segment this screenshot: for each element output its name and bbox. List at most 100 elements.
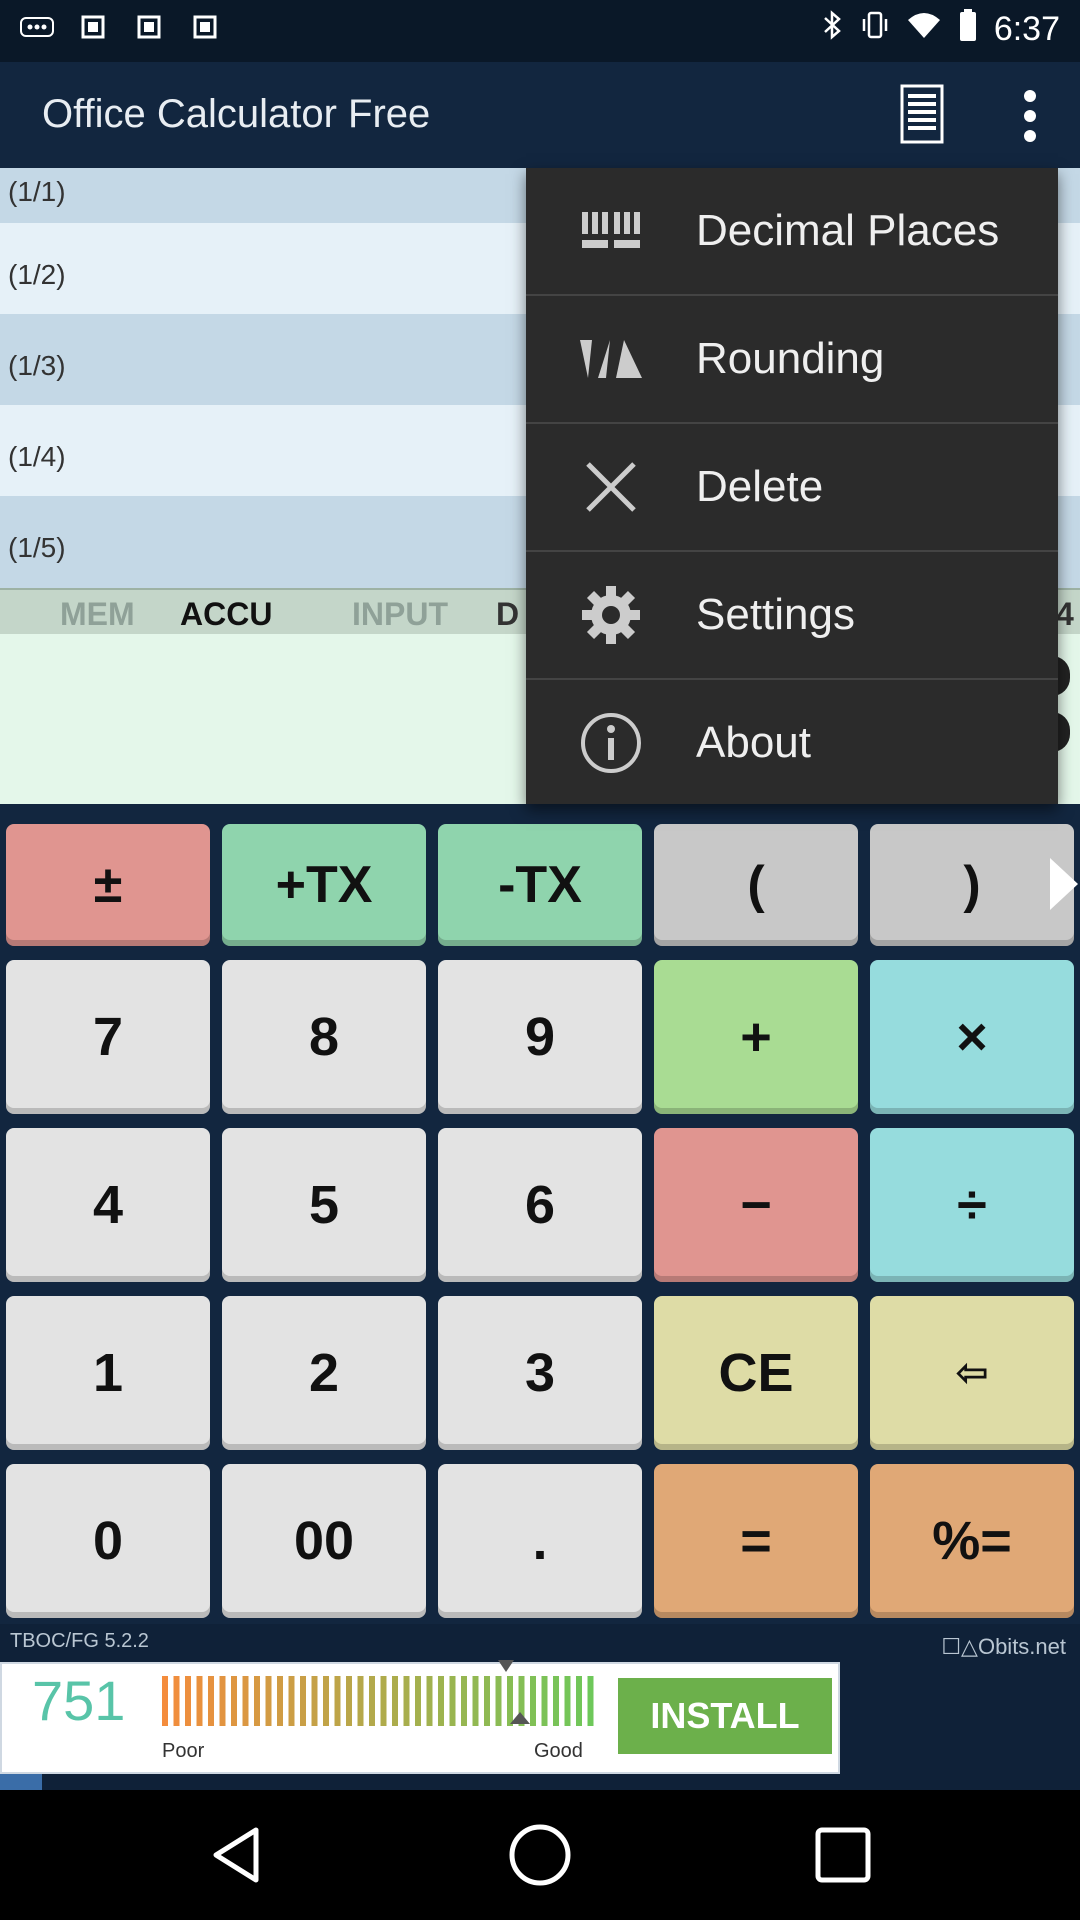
double-zero-button[interactable]: 00 <box>222 1464 426 1618</box>
ad-gauge-bar <box>334 1676 341 1726</box>
gear-icon <box>576 580 646 650</box>
ad-good-label: Good <box>534 1740 583 1762</box>
tab-accu[interactable]: ACCU <box>180 596 272 633</box>
digit-7-button[interactable]: 7 <box>6 960 210 1114</box>
menu-item-label: Settings <box>696 590 855 639</box>
ad-gauge-bar <box>208 1676 214 1726</box>
menu-item-decimal-places[interactable]: Decimal Places <box>526 168 1058 294</box>
menu-item-rounding[interactable]: Rounding <box>526 296 1058 422</box>
ad-score: 751 <box>32 1669 126 1732</box>
notification-icon <box>76 10 110 44</box>
ad-gauge-bar <box>564 1676 571 1726</box>
scroll-right-icon[interactable] <box>1050 858 1078 910</box>
tape-row-label: (1/4) <box>8 441 66 472</box>
digit-6-button[interactable]: 6 <box>438 1128 642 1282</box>
tab-partial-right[interactable]: 4 <box>1056 596 1074 633</box>
tape-row-label: (1/2) <box>8 259 66 290</box>
ad-gauge-bar <box>415 1676 421 1726</box>
ad-gauge-bar <box>369 1676 375 1726</box>
digit-9-button[interactable]: 9 <box>438 960 642 1114</box>
ad-gauge-bar <box>461 1676 467 1726</box>
ad-choices-tag[interactable] <box>0 1774 42 1790</box>
tab-input[interactable]: INPUT <box>352 596 448 633</box>
backspace-button[interactable]: ⇦ <box>870 1296 1074 1450</box>
more-notifications-icon <box>20 10 54 44</box>
back-icon[interactable] <box>204 1820 274 1890</box>
percent-equals-button[interactable]: %= <box>870 1464 1074 1618</box>
ad-gauge-bar <box>162 1676 168 1726</box>
equals-button[interactable]: = <box>654 1464 858 1618</box>
close-paren-button[interactable]: ) <box>870 824 1074 946</box>
divide-button[interactable]: ÷ <box>870 1128 1074 1282</box>
plus-minus-button[interactable]: ± <box>6 824 210 946</box>
ad-gauge-bar <box>507 1676 513 1726</box>
more-vert-icon[interactable] <box>1010 88 1050 144</box>
tape-row-label: (1/3) <box>8 350 66 381</box>
subtract-tax-button[interactable]: -TX <box>438 824 642 946</box>
ad-gauge-bar <box>426 1676 433 1726</box>
ad-gauge-bar <box>403 1676 410 1726</box>
ad-gauge-bar <box>288 1676 295 1726</box>
brand-label[interactable]: ☐△Obits.net <box>941 1634 1066 1660</box>
app-title: Office Calculator Free <box>42 92 431 136</box>
ad-gauge-bar <box>392 1676 398 1726</box>
bluetooth-icon <box>822 9 844 50</box>
open-paren-button[interactable]: ( <box>654 824 858 946</box>
tape-icon[interactable] <box>900 84 944 144</box>
clear-entry-button[interactable]: CE <box>654 1296 858 1450</box>
digit-1-button[interactable]: 1 <box>6 1296 210 1450</box>
decimal-places-icon <box>576 196 646 266</box>
digit-3-button[interactable]: 3 <box>438 1296 642 1450</box>
ad-gauge-bars <box>162 1676 602 1741</box>
digit-4-button[interactable]: 4 <box>6 1128 210 1282</box>
info-icon <box>576 708 646 778</box>
ad-gauge-bar <box>231 1676 237 1726</box>
rounding-icon <box>576 324 646 394</box>
ad-gauge-bar <box>173 1676 180 1726</box>
menu-item-delete[interactable]: Delete <box>526 424 1058 550</box>
ad-gauge-bar <box>449 1676 456 1726</box>
ad-gauge-bar <box>311 1676 318 1726</box>
ad-gauge-bar <box>323 1676 329 1726</box>
plus-button[interactable]: + <box>654 960 858 1114</box>
notification-icons <box>20 10 222 44</box>
ad-gauge-bar <box>438 1676 444 1726</box>
ad-gauge-bar <box>587 1676 594 1726</box>
digit-0-button[interactable]: 0 <box>6 1464 210 1618</box>
ad-banner[interactable]: 751 Poor Good INSTALL <box>0 1660 840 1774</box>
digit-8-button[interactable]: 8 <box>222 960 426 1114</box>
menu-item-label: About <box>696 718 811 767</box>
ad-gauge-bar <box>530 1676 536 1726</box>
ad-gauge-bar <box>380 1676 387 1726</box>
home-icon[interactable] <box>505 1820 575 1890</box>
multiply-button[interactable]: × <box>870 960 1074 1114</box>
add-tax-button[interactable]: +TX <box>222 824 426 946</box>
close-icon <box>576 452 646 522</box>
ad-marker-icon <box>498 1660 514 1672</box>
tape-row-label: (1/5) <box>8 532 66 563</box>
ad-gauge-bar <box>495 1676 502 1726</box>
menu-item-label: Rounding <box>696 334 885 383</box>
tape-row-label: (1/1) <box>8 176 66 207</box>
ad-gauge-bar <box>300 1676 306 1726</box>
digit-2-button[interactable]: 2 <box>222 1296 426 1450</box>
overflow-menu: Decimal Places Rounding Delete Settings … <box>526 168 1058 804</box>
digit-5-button[interactable]: 5 <box>222 1128 426 1282</box>
tab-partial[interactable]: D <box>496 596 519 633</box>
recents-icon[interactable] <box>808 1820 878 1890</box>
install-button[interactable]: INSTALL <box>618 1678 832 1754</box>
ad-gauge-bar <box>196 1676 203 1726</box>
tab-mem[interactable]: MEM <box>60 596 135 633</box>
ad-gauge-bar <box>265 1676 272 1726</box>
ad-poor-label: Poor <box>162 1740 205 1762</box>
ad-gauge-bar <box>553 1676 559 1726</box>
minus-button[interactable]: − <box>654 1128 858 1282</box>
notification-icon <box>188 10 222 44</box>
menu-item-about[interactable]: About <box>526 680 1058 806</box>
ad-gauge-bar <box>254 1676 260 1726</box>
ad-gauge-bar <box>576 1676 582 1726</box>
ad-gauge-bar <box>357 1676 364 1726</box>
decimal-point-button[interactable]: . <box>438 1464 642 1618</box>
menu-item-settings[interactable]: Settings <box>526 552 1058 678</box>
ad-gauge-bar <box>484 1676 490 1726</box>
